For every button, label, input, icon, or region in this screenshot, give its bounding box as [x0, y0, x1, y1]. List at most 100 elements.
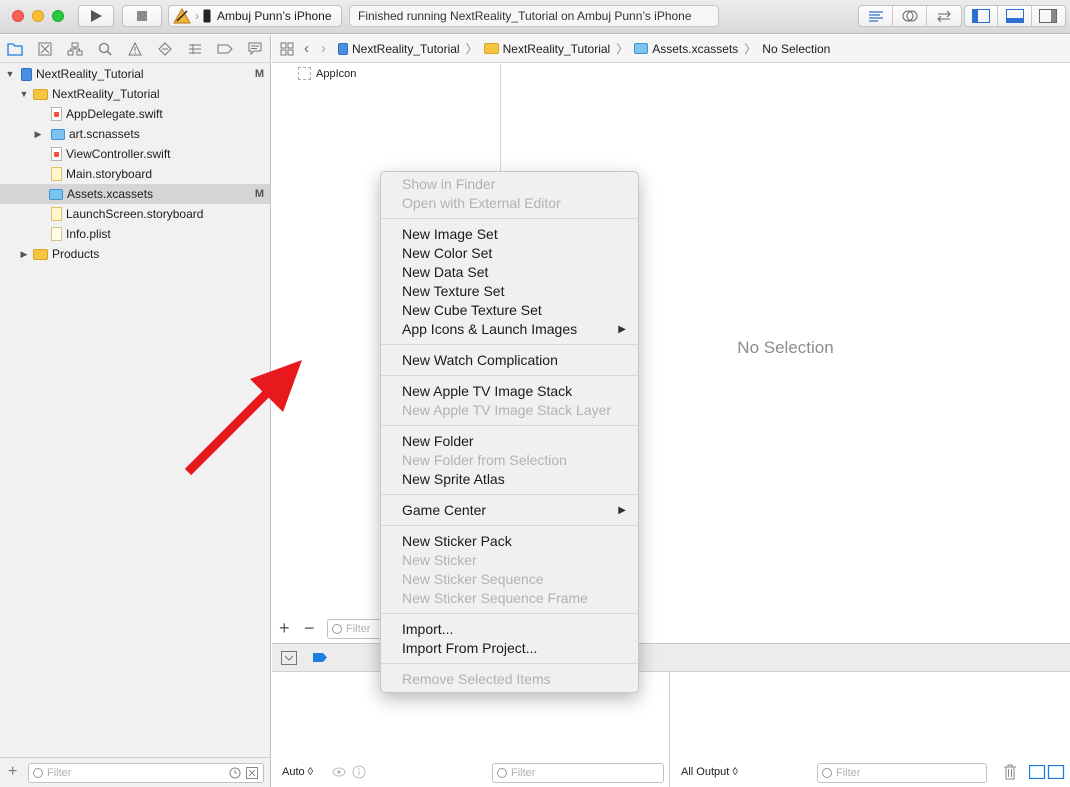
menu-item-new-watch-complication[interactable]: New Watch Complication: [381, 351, 638, 370]
menu-item-new-folder[interactable]: New Folder: [381, 432, 638, 451]
panel-toggle-control[interactable]: [964, 5, 1066, 27]
chevron-right-icon: 〉: [616, 42, 629, 56]
folder-icon: [7, 42, 23, 56]
source-control-tab[interactable]: [30, 35, 60, 63]
tree-item-appdelegate[interactable]: AppDelegate.swift: [0, 104, 270, 124]
jump-bar: ‹ › NextReality_Tutorial 〉 NextReality_T…: [272, 35, 1070, 63]
auto-scope-select[interactable]: Auto ◊: [282, 766, 313, 778]
modified-badge: M: [254, 68, 264, 80]
add-asset-button[interactable]: +: [279, 618, 290, 639]
tree-item-launchscreen[interactable]: LaunchScreen.storyboard: [0, 204, 270, 224]
submenu-arrow-icon: ▶: [618, 324, 626, 335]
issue-navigator-tab[interactable]: [120, 35, 150, 63]
left-panel-icon: [972, 9, 991, 23]
tree-item-main-storyboard[interactable]: Main.storyboard: [0, 164, 270, 184]
scheme-selector[interactable]: › Ambuj Punn’s iPhone: [168, 5, 342, 27]
tree-item-label: NextReality_Tutorial: [36, 67, 144, 81]
disclosure-collapsed-icon[interactable]: ▶: [33, 129, 43, 140]
version-editor-button[interactable]: [927, 6, 961, 26]
eye-icon[interactable]: [332, 766, 346, 778]
plist-file-icon: [51, 227, 62, 241]
submenu-arrow-icon: ▶: [618, 505, 626, 516]
breadcrumb-selection[interactable]: No Selection: [762, 42, 830, 56]
search-icon: [98, 42, 112, 56]
run-button[interactable]: [78, 5, 114, 27]
menu-item-new-color-set[interactable]: New Color Set: [381, 244, 638, 263]
tree-item-label: NextReality_Tutorial: [52, 87, 160, 101]
bottom-panel-icon: [1005, 9, 1024, 23]
recent-files-icon[interactable]: [229, 767, 241, 779]
menu-item-new-cube-texture-set[interactable]: New Cube Texture Set: [381, 301, 638, 320]
menu-item-new-texture-set[interactable]: New Texture Set: [381, 282, 638, 301]
tree-item-project[interactable]: ▼ NextReality_Tutorial M: [0, 64, 270, 84]
menu-item-import-from-project[interactable]: Import From Project...: [381, 639, 638, 658]
menu-item-new-sticker-pack[interactable]: New Sticker Pack: [381, 532, 638, 551]
related-items-icon[interactable]: [280, 42, 294, 56]
editor-mode-control[interactable]: [858, 5, 962, 27]
menu-item-show-in-finder: Show in Finder: [402, 176, 496, 192]
close-window-button[interactable]: [12, 10, 24, 22]
toggle-navigator-button[interactable]: [965, 6, 999, 26]
project-file-icon: [21, 67, 32, 81]
breadcrumb-project[interactable]: NextReality_Tutorial 〉: [338, 40, 478, 57]
trash-icon[interactable]: [1003, 764, 1017, 780]
menu-item-new-sticker-sequence-frame: New Sticker Sequence Frame: [402, 590, 588, 606]
find-navigator-tab[interactable]: [90, 35, 120, 63]
stop-button[interactable]: [122, 5, 162, 27]
swift-file-icon: [51, 107, 62, 121]
menu-item-new-apple-tv-image-stack[interactable]: New Apple TV Image Stack: [381, 382, 638, 401]
breakpoint-navigator-tab[interactable]: [210, 35, 240, 63]
remove-asset-button[interactable]: −: [304, 618, 315, 639]
output-select[interactable]: All Output ◊: [681, 766, 738, 778]
disclosure-expanded-icon[interactable]: ▼: [5, 69, 15, 79]
menu-item-new-sprite-atlas[interactable]: New Sprite Atlas: [381, 470, 638, 489]
debug-gauge-icon: [189, 43, 201, 54]
report-navigator-tab[interactable]: [240, 35, 270, 63]
info-icon[interactable]: [352, 765, 366, 779]
toggle-debug-button[interactable]: [998, 6, 1032, 26]
filter-placeholder: Filter: [346, 623, 371, 635]
modified-badge: M: [254, 188, 264, 200]
tree-item-infoplist[interactable]: Info.plist: [0, 224, 270, 244]
menu-item-new-image-set[interactable]: New Image Set: [381, 225, 638, 244]
menu-item-import[interactable]: Import...: [381, 620, 638, 639]
filter-icon: [33, 768, 43, 778]
menu-item-new-data-set[interactable]: New Data Set: [381, 263, 638, 282]
breadcrumb-group[interactable]: NextReality_Tutorial 〉: [483, 40, 629, 57]
variables-filter-input[interactable]: Filter: [492, 763, 664, 783]
asset-filter-input[interactable]: Filter: [327, 619, 387, 639]
navigator-filter-input[interactable]: Filter: [28, 763, 264, 783]
forward-arrow-icon[interactable]: ›: [321, 40, 326, 57]
tree-item-assets[interactable]: Assets.xcassets M: [0, 184, 270, 204]
tree-item-products[interactable]: ▶ Products: [0, 244, 270, 264]
hide-debug-area-icon[interactable]: [281, 651, 297, 665]
test-navigator-tab[interactable]: [150, 35, 180, 63]
tree-item-group[interactable]: ▼ NextReality_Tutorial: [0, 84, 270, 104]
asset-item-appicon[interactable]: AppIcon: [298, 67, 356, 80]
standard-editor-button[interactable]: [859, 6, 893, 26]
chevron-right-icon: 〉: [465, 42, 478, 56]
disclosure-collapsed-icon[interactable]: ▶: [19, 249, 29, 260]
back-arrow-icon[interactable]: ‹: [304, 40, 309, 57]
split-view-icon[interactable]: [1029, 765, 1065, 779]
disclosure-expanded-icon[interactable]: ▼: [19, 89, 29, 99]
menu-item-app-icons-launch-images[interactable]: App Icons & Launch Images ▶: [381, 320, 638, 339]
chevron-right-icon: 〉: [744, 42, 757, 56]
console-filter-input[interactable]: Filter: [817, 763, 987, 783]
tree-item-viewcontroller[interactable]: ViewController.swift: [0, 144, 270, 164]
assistant-editor-button[interactable]: [893, 6, 927, 26]
toggle-inspector-button[interactable]: [1032, 6, 1065, 26]
debug-navigator-tab[interactable]: [180, 35, 210, 63]
menu-item-game-center[interactable]: Game Center ▶: [381, 501, 638, 520]
add-file-button[interactable]: +: [8, 763, 17, 781]
tree-item-scnassets[interactable]: ▶ art.scnassets: [0, 124, 270, 144]
breadcrumb-assets[interactable]: Assets.xcassets 〉: [634, 40, 756, 57]
chevron-right-icon: ›: [195, 9, 199, 23]
source-control-filter-icon[interactable]: [246, 767, 258, 779]
breakpoints-toggle-icon[interactable]: [312, 652, 328, 663]
project-navigator-tab[interactable]: [0, 35, 30, 63]
symbol-navigator-tab[interactable]: [60, 35, 90, 63]
text-lines-icon: [868, 11, 883, 22]
minimize-window-button[interactable]: [32, 10, 44, 22]
zoom-window-button[interactable]: [52, 10, 64, 22]
